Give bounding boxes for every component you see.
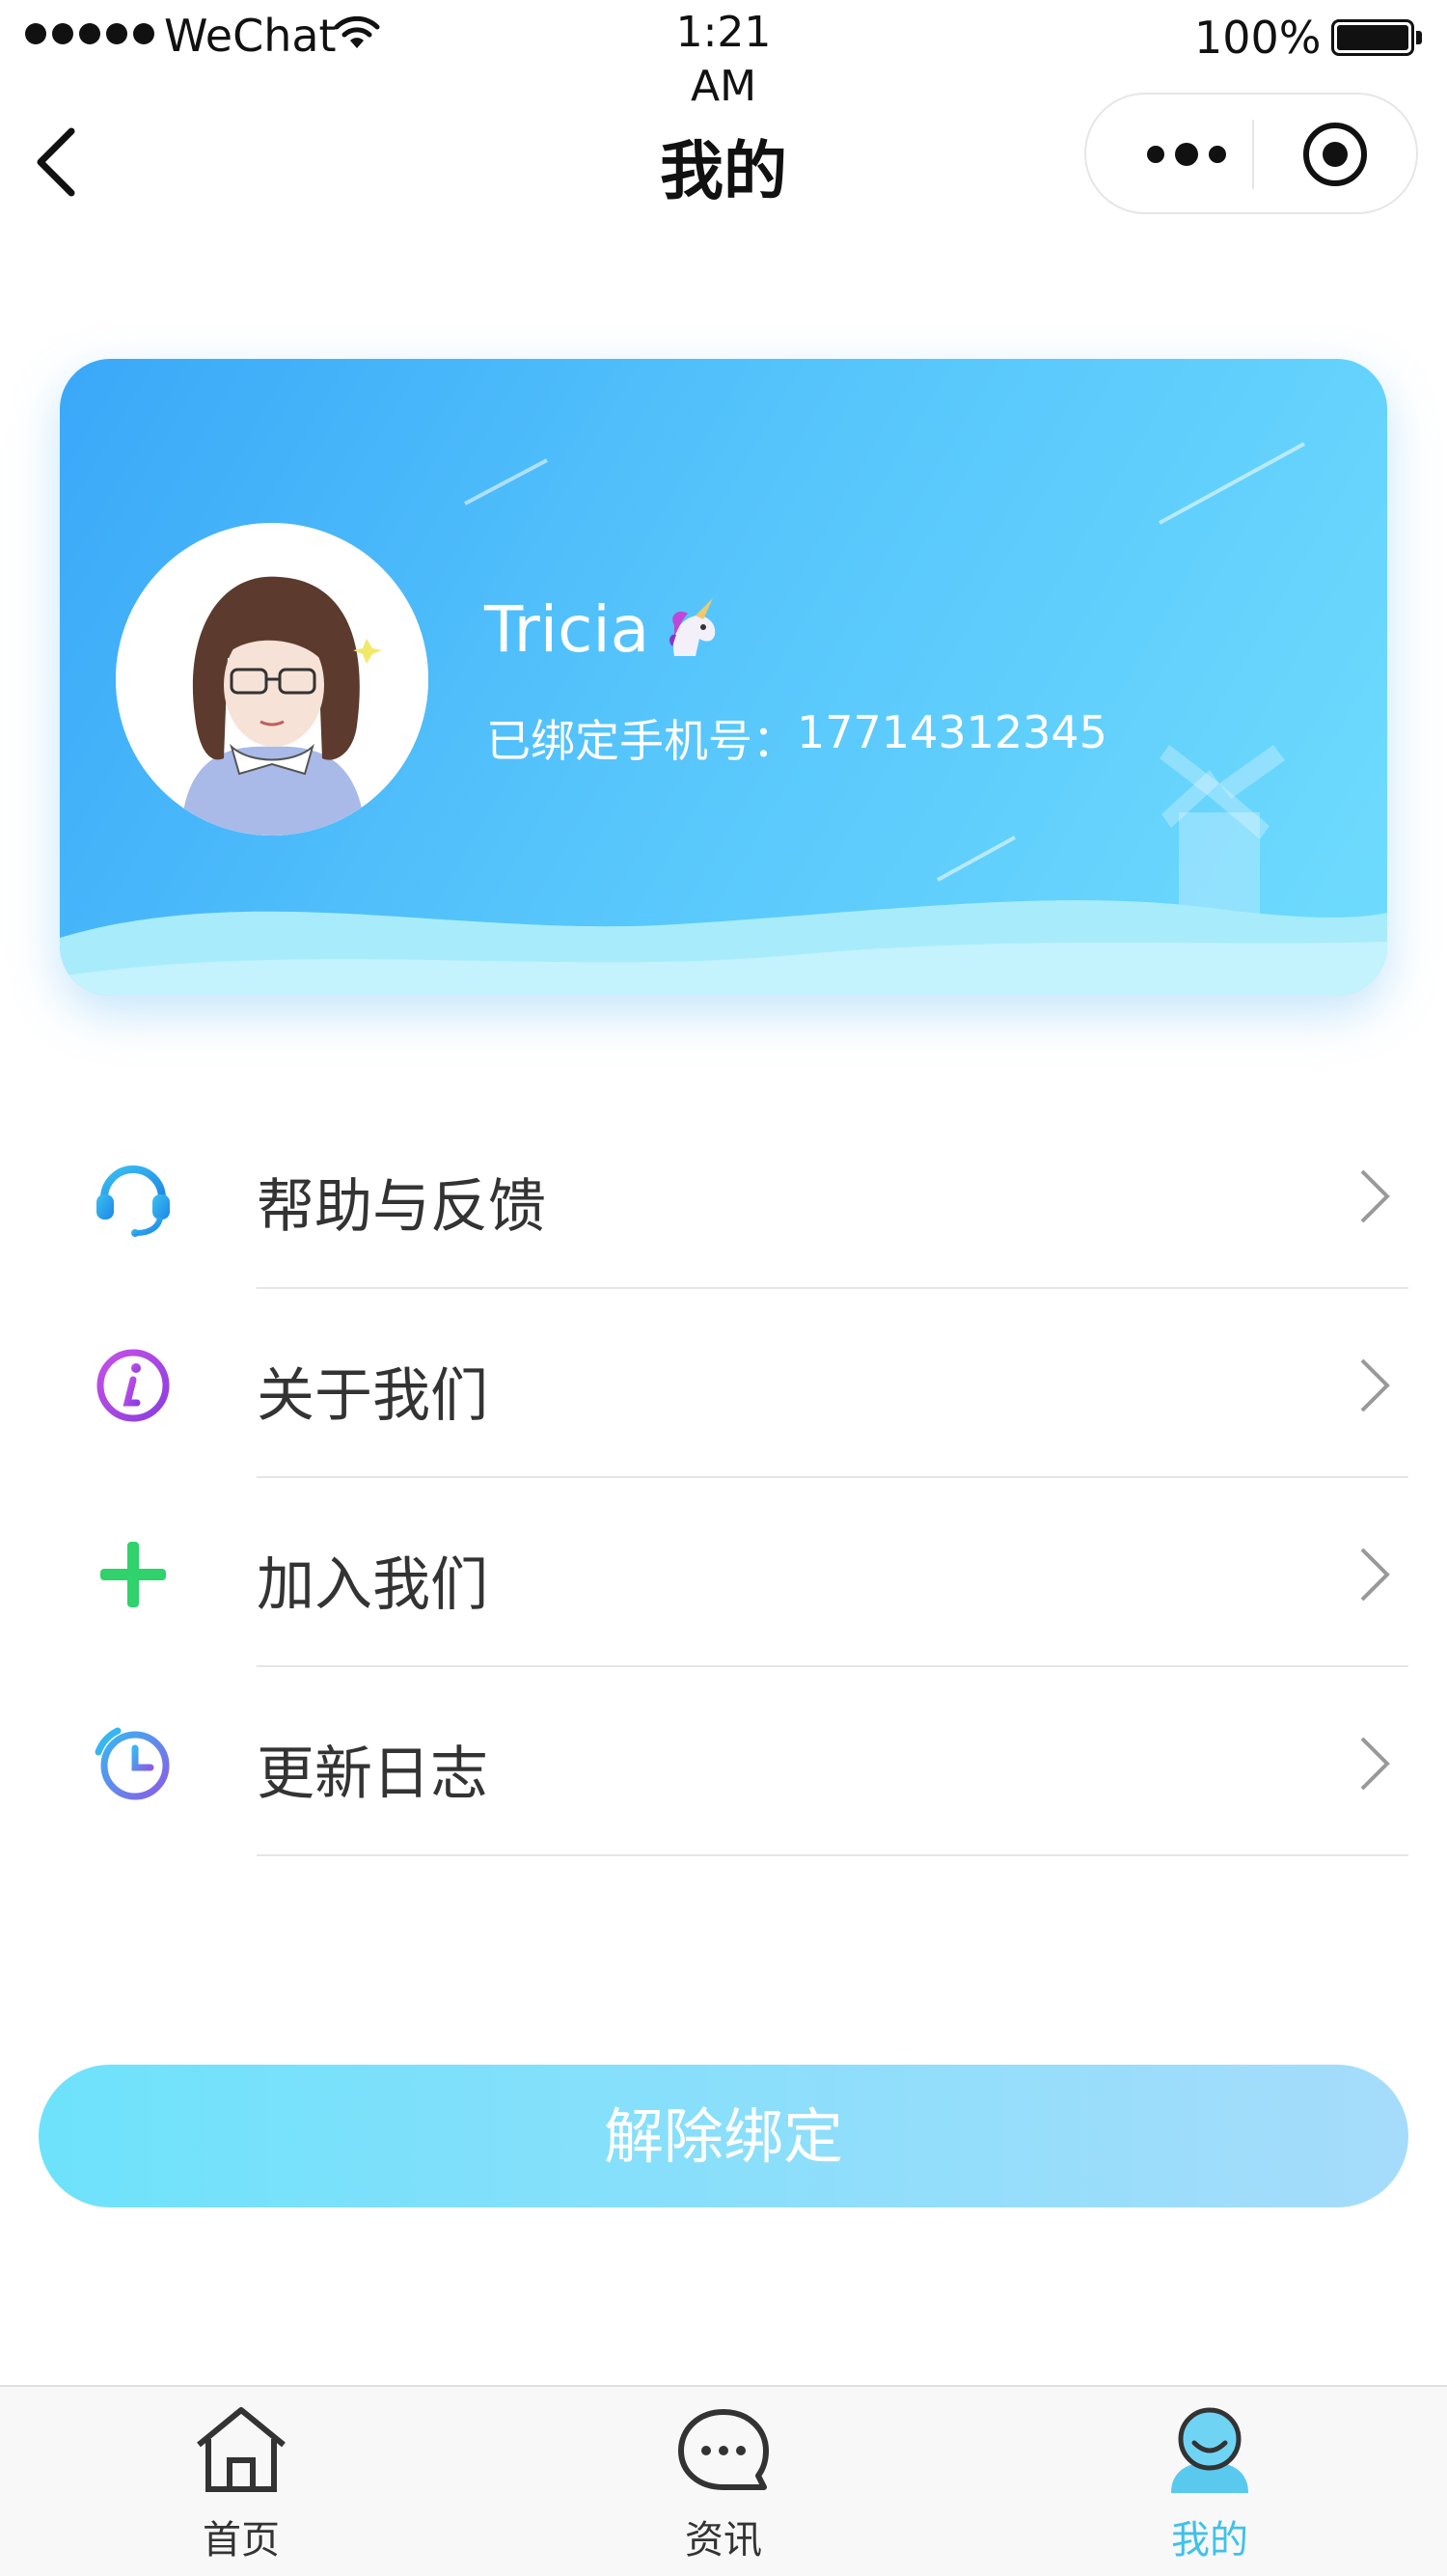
plus-icon bbox=[100, 1542, 166, 1607]
chevron-right-icon bbox=[1360, 1548, 1390, 1602]
unbind-button[interactable]: 解除绑定 bbox=[39, 2065, 1408, 2207]
tab-home[interactable]: 首页 bbox=[96, 2387, 386, 2576]
username-text: Tricia bbox=[484, 592, 650, 667]
close-miniprogram-icon[interactable] bbox=[1300, 120, 1370, 189]
more-icon[interactable] bbox=[1138, 133, 1235, 176]
tab-label: 我的 bbox=[1171, 2518, 1248, 2562]
miniprogram-capsule bbox=[1084, 93, 1418, 214]
profile-card: Tricia 已绑定手机号： 17714312345 bbox=[60, 359, 1387, 996]
home-icon bbox=[197, 2407, 286, 2492]
menu-item-help-feedback[interactable]: 帮助与反馈 bbox=[0, 1100, 1447, 1289]
info-icon bbox=[96, 1349, 170, 1422]
status-bar: WeChat 1:21 AM 100% bbox=[0, 0, 1447, 111]
chat-bubble-icon bbox=[678, 2409, 769, 2490]
tab-bar: 首页 资讯 我的 bbox=[0, 2385, 1447, 2576]
username: Tricia bbox=[484, 592, 724, 667]
bound-phone-label: 已绑定手机号： bbox=[486, 715, 797, 767]
unicorn-emoji-icon bbox=[669, 597, 716, 656]
menu-item-label: 更新日志 bbox=[257, 1740, 488, 1808]
avatar bbox=[116, 523, 428, 836]
chevron-right-icon bbox=[1360, 1169, 1390, 1223]
menu-divider bbox=[257, 1854, 1408, 1856]
menu-item-changelog[interactable]: 更新日志 bbox=[0, 1667, 1447, 1856]
wifi-icon bbox=[334, 15, 380, 48]
user-icon bbox=[1171, 2407, 1248, 2493]
signal-strength-icon bbox=[25, 23, 154, 44]
menu-item-about-us[interactable]: 关于我们 bbox=[0, 1289, 1447, 1478]
battery-percentage: 100% bbox=[1194, 12, 1322, 64]
menu-item-join-us[interactable]: 加入我们 bbox=[0, 1478, 1447, 1667]
tab-news[interactable]: 资讯 bbox=[579, 2387, 868, 2576]
avatar-illustration bbox=[116, 523, 428, 836]
back-icon[interactable] bbox=[29, 123, 87, 201]
menu-item-label: 帮助与反馈 bbox=[257, 1173, 546, 1241]
headset-icon bbox=[96, 1165, 170, 1237]
tab-label: 首页 bbox=[203, 2518, 280, 2562]
page-title: 我的 bbox=[660, 134, 787, 208]
status-time: 1:21 AM bbox=[675, 8, 772, 111]
clock-icon bbox=[95, 1727, 170, 1800]
bound-phone-number: 17714312345 bbox=[797, 706, 1107, 758]
battery-icon bbox=[1331, 19, 1424, 60]
tab-label: 资讯 bbox=[685, 2518, 762, 2562]
capsule-divider bbox=[1252, 120, 1254, 189]
chevron-right-icon bbox=[1360, 1737, 1390, 1791]
menu-item-label: 加入我们 bbox=[257, 1551, 488, 1619]
menu-item-label: 关于我们 bbox=[257, 1362, 488, 1430]
settings-menu: 帮助与反馈 关于我们 加入我们 更新日志 bbox=[0, 1100, 1447, 1856]
chevron-right-icon bbox=[1360, 1358, 1390, 1412]
tab-mine[interactable]: 我的 bbox=[1065, 2387, 1354, 2576]
carrier-name: WeChat bbox=[164, 10, 337, 62]
bound-phone: 已绑定手机号： 17714312345 bbox=[486, 706, 1107, 770]
